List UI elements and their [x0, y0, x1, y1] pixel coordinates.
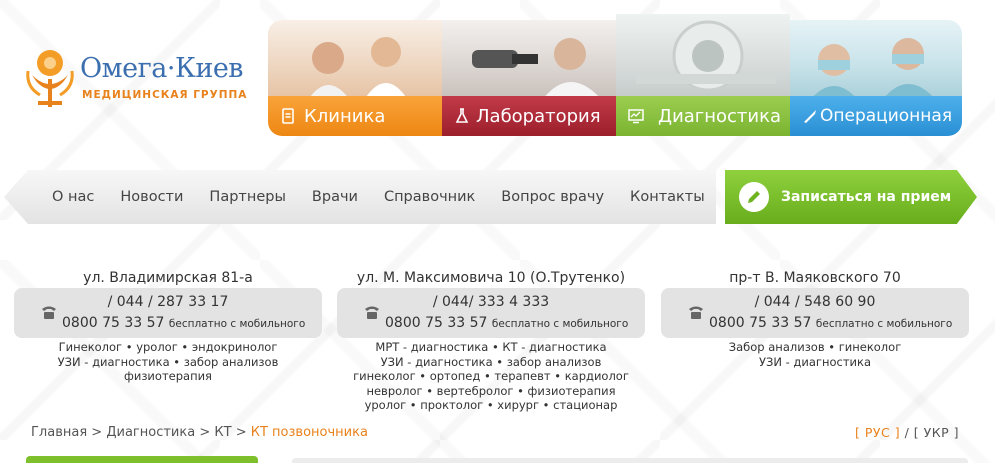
language-switcher: [ РУС ] / [ УКР ] — [855, 425, 959, 440]
lang-ru[interactable]: [ РУС ] — [855, 425, 900, 440]
phone-free-line: 0800 75 33 57 бесплатно с мобильного — [385, 315, 645, 331]
breadcrumb-separator: > — [91, 425, 103, 440]
logo-name: Омега·Киев — [80, 53, 244, 84]
nav-item-contacts[interactable]: Контакты — [617, 189, 716, 205]
document-icon — [282, 108, 294, 124]
contact-block: ул. Владимирская 81-а / 044 / 287 33 17 … — [14, 268, 322, 384]
signup-label: Записаться на прием — [781, 189, 952, 205]
signup-button[interactable]: Записаться на прием — [725, 170, 977, 224]
tile-laboratory[interactable]: Лаборатория — [442, 20, 616, 136]
scalpel-icon — [804, 110, 816, 123]
phone-free-number[interactable]: 0800 75 33 57 — [709, 315, 811, 331]
tile-diagnostics-bar: Диагностика — [616, 96, 790, 136]
nav-item-news[interactable]: Новости — [107, 189, 196, 205]
breadcrumb-current: КТ позвоночника — [250, 425, 368, 440]
tile-clinic-label: Клиника — [304, 105, 386, 127]
logo-subtitle: МЕДИЦИНСКАЯ ГРУППА — [82, 89, 248, 101]
services-line[interactable]: УЗИ - диагностика — [661, 355, 969, 370]
laboratory-photo — [442, 20, 616, 100]
phone-free-line: 0800 75 33 57 бесплатно с мобильного — [62, 315, 322, 331]
logo[interactable]: Омега·Киев МЕДИЦИНСКАЯ ГРУППА — [22, 45, 247, 115]
nav-item-reference[interactable]: Справочник — [371, 189, 488, 205]
services-list: Забор анализов • гинеколог УЗИ - диагнос… — [661, 340, 969, 369]
pencil-icon — [739, 182, 769, 212]
breadcrumb: Главная > Диагностика > КТ > КТ позвоноч… — [31, 425, 368, 440]
phone-box: / 044 / 548 60 90 0800 75 33 57 бесплатн… — [661, 288, 969, 338]
services-line[interactable]: МРТ - диагностика • КТ - диагностика — [337, 340, 645, 355]
tile-operating-bar: Операционная — [790, 96, 962, 136]
tile-operating[interactable]: Операционная — [790, 20, 962, 136]
tile-diagnostics-label: Диагностика — [658, 105, 782, 127]
breadcrumb-ct[interactable]: КТ — [214, 425, 231, 440]
contact-address: ул. Владимирская 81-а — [83, 270, 253, 286]
tile-diagnostics[interactable]: Диагностика — [616, 14, 790, 136]
services-line[interactable]: физиотерапия — [14, 369, 322, 384]
monitor-icon — [628, 109, 644, 124]
nav-item-partners[interactable]: Партнеры — [196, 189, 299, 205]
phone-free-note: бесплатно с мобильного — [168, 318, 306, 330]
section-tiles: Клиника Лаборатория Диагностика Операцио… — [268, 14, 962, 140]
phone-box: / 044/ 333 4 333 0800 75 33 57 бесплатно… — [337, 288, 645, 338]
nav-item-doctors[interactable]: Врачи — [299, 189, 371, 205]
phone-free-number[interactable]: 0800 75 33 57 — [385, 315, 487, 331]
sidebar-header-strip — [26, 456, 258, 463]
services-line[interactable]: Забор анализов • гинеколог — [661, 340, 969, 355]
services-list: Гинеколог • уролог • эндокринолог УЗИ - … — [14, 340, 322, 384]
phone-free-note: бесплатно с мобильного — [815, 318, 953, 330]
tile-clinic-bar: Клиника — [268, 96, 442, 136]
services-list: МРТ - диагностика • КТ - диагностика УЗИ… — [337, 340, 645, 413]
services-line[interactable]: уролог • проктолог • хирург • стационар — [337, 398, 645, 413]
nav-item-ask-doctor[interactable]: Вопрос врачу — [488, 189, 617, 205]
services-line[interactable]: УЗИ - диагностика • забор анализов — [14, 355, 322, 370]
main-nav: О нас Новости Партнеры Врачи Справочник … — [4, 170, 716, 224]
phone-free-note: бесплатно с мобильного — [491, 318, 629, 330]
tile-clinic[interactable]: Клиника — [268, 20, 442, 136]
services-line[interactable]: невролог • вертебролог • физиотерапия — [337, 384, 645, 399]
phone-city[interactable]: / 044 / 287 33 17 — [14, 294, 322, 310]
services-line[interactable]: УЗИ - диагностика • забор анализов — [337, 355, 645, 370]
phone-city[interactable]: / 044/ 333 4 333 — [337, 294, 645, 310]
diagnostics-photo — [616, 14, 790, 100]
content-header-strip — [292, 458, 968, 463]
phone-free-line: 0800 75 33 57 бесплатно с мобильного — [709, 315, 969, 331]
tile-laboratory-bar: Лаборатория — [442, 96, 616, 136]
breadcrumb-separator: > — [235, 425, 247, 440]
lang-separator: / — [904, 425, 910, 440]
logo-emblem-icon — [26, 50, 74, 107]
phone-free-number[interactable]: 0800 75 33 57 — [62, 315, 164, 331]
lang-ua[interactable]: [ УКР ] — [914, 425, 959, 440]
contact-block: пр-т В. Маяковского 70 / 044 / 548 60 90… — [661, 268, 969, 369]
nav-item-about[interactable]: О нас — [39, 189, 107, 205]
contact-address: пр-т В. Маяковского 70 — [729, 270, 901, 286]
breadcrumb-separator: > — [199, 425, 211, 440]
tile-laboratory-label: Лаборатория — [476, 105, 601, 127]
phone-box: / 044 / 287 33 17 0800 75 33 57 бесплатн… — [14, 288, 322, 338]
flask-icon — [455, 108, 469, 123]
services-line[interactable]: Гинеколог • уролог • эндокринолог — [14, 340, 322, 355]
services-line[interactable]: гинеколог • ортопед • терапевт • кардиол… — [337, 369, 645, 384]
breadcrumb-home[interactable]: Главная — [31, 425, 87, 440]
contact-block: ул. М. Максимовича 10 (О.Трутенко) / 044… — [337, 268, 645, 413]
breadcrumb-diagnostics[interactable]: Диагностика — [106, 425, 195, 440]
operating-photo — [790, 20, 962, 100]
contact-address: ул. М. Максимовича 10 (О.Трутенко) — [356, 270, 626, 286]
tile-operating-label: Операционная — [820, 106, 953, 126]
clinic-photo — [268, 20, 442, 100]
phone-city[interactable]: / 044 / 548 60 90 — [661, 294, 969, 310]
